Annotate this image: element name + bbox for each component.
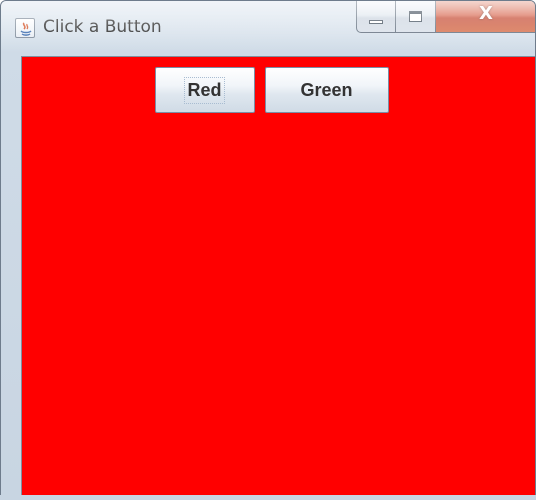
title-bar[interactable]: Click a Button X [1,1,535,55]
button-row: Red Green [22,67,535,115]
java-icon[interactable] [15,18,35,38]
window-controls: X [356,1,535,41]
red-button-label: Red [184,76,225,104]
close-button[interactable]: X [436,1,535,33]
green-button-label: Green [300,79,353,100]
minimize-button[interactable] [356,1,396,33]
content-panel: Red Green [21,56,535,496]
green-button[interactable]: Green [264,67,389,113]
minimize-icon [369,19,383,24]
window-bottom-edge [0,495,536,500]
close-icon: X [479,3,493,24]
maximize-icon [409,11,422,22]
app-window: Click a Button X Red Green [0,0,536,500]
window-title: Click a Button [43,17,162,37]
maximize-button[interactable] [396,1,436,33]
red-button[interactable]: Red [154,67,255,113]
